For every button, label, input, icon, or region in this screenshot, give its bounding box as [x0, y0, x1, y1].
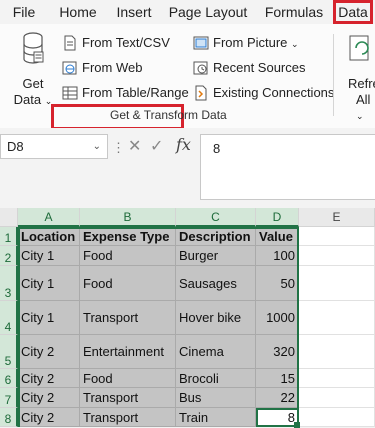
tab-page-layout[interactable]: Page Layout [166, 0, 250, 24]
text-file-icon [64, 35, 76, 51]
row-header-8[interactable]: 8 [0, 408, 18, 427]
confirm-icon[interactable]: ✓ [150, 136, 163, 156]
globe-icon [62, 61, 77, 75]
column-header-a[interactable]: A [18, 208, 80, 227]
picture-icon [193, 36, 209, 50]
header-cell[interactable]: Location [18, 227, 80, 246]
from-table-range-label: From Table/Range [82, 85, 189, 100]
chevron-down-icon: ⌄ [356, 111, 364, 121]
from-picture-label: From Picture ⌄ [213, 35, 299, 50]
row-header-6[interactable]: 6 [0, 369, 18, 388]
existing-connections-label: Existing Connections [213, 85, 335, 100]
header-cell[interactable]: Description [176, 227, 256, 246]
table-cell[interactable]: Transport [80, 408, 176, 427]
refresh-all-button[interactable]: Refre All ⌄ [340, 32, 375, 121]
table-cell[interactable]: City 2 [18, 408, 80, 427]
table-cell[interactable]: 100 [256, 246, 299, 266]
ribbon-data-panel: Get Data ⌄ From Text/CSV From Web From T… [0, 24, 375, 130]
chevron-down-icon: ⌄ [291, 39, 299, 49]
tab-formulas[interactable]: Formulas [260, 0, 328, 24]
select-all-corner[interactable] [0, 208, 18, 227]
table-cell[interactable]: 1000 [256, 301, 299, 335]
cancel-icon[interactable]: ✕ [128, 136, 141, 156]
insert-function-icon[interactable]: fx [176, 135, 191, 154]
table-cell[interactable]: 15 [256, 369, 299, 388]
empty-cell[interactable] [299, 227, 375, 246]
table-cell[interactable]: Brocoli [176, 369, 256, 388]
table-cell[interactable]: 50 [256, 266, 299, 301]
table-cell[interactable]: City 2 [18, 335, 80, 369]
table-cell[interactable]: Hover bike [176, 301, 256, 335]
table-cell[interactable]: 320 [256, 335, 299, 369]
ribbon-separator [333, 34, 334, 116]
table-cell[interactable]: Cinema [176, 335, 256, 369]
table-cell[interactable]: Train [176, 408, 256, 427]
fill-handle[interactable] [294, 422, 300, 428]
existing-connections-icon [195, 85, 207, 101]
table-cell[interactable]: Bus [176, 388, 256, 408]
refresh-icon [349, 35, 369, 61]
table-cell[interactable]: Food [80, 266, 176, 301]
recent-sources-label: Recent Sources [213, 60, 306, 75]
empty-cell[interactable] [299, 369, 375, 388]
table-cell[interactable]: Transport [80, 388, 176, 408]
database-icon [23, 32, 44, 64]
table-cell[interactable]: 8 [256, 408, 299, 427]
empty-cell[interactable] [299, 301, 375, 335]
tab-file[interactable]: File [6, 0, 42, 24]
table-cell[interactable]: Transport [80, 301, 176, 335]
header-cell[interactable]: Value [256, 227, 299, 246]
row-header-1[interactable]: 1 [0, 227, 18, 246]
table-cell[interactable]: Food [80, 369, 176, 388]
name-box-value: D8 [7, 139, 24, 154]
ribbon-tab-bar: File Home Insert Page Layout Formulas Da… [0, 0, 375, 24]
formula-buttons: ✕ ✓ fx [126, 135, 196, 160]
row-header-5[interactable]: 5 [0, 335, 18, 369]
recent-sources-icon [193, 61, 208, 75]
column-header-b[interactable]: B [80, 208, 176, 227]
group-label-get-transform: Get & Transform Data [110, 108, 227, 122]
more-options-icon[interactable]: ⋮ [112, 140, 125, 156]
table-cell[interactable]: City 1 [18, 246, 80, 266]
formula-value: 8 [213, 141, 221, 156]
row-header-4[interactable]: 4 [0, 301, 18, 335]
get-data-button[interactable]: Get Data ⌄ [10, 32, 56, 118]
table-cell[interactable]: City 2 [18, 369, 80, 388]
table-cell[interactable]: City 1 [18, 266, 80, 301]
table-cell[interactable]: City 2 [18, 388, 80, 408]
formula-input[interactable]: 8 [200, 134, 375, 200]
from-web-label: From Web [82, 60, 143, 75]
name-box[interactable]: D8 ⌄ [0, 134, 108, 159]
tab-data[interactable]: Data [333, 0, 373, 24]
table-icon [62, 86, 78, 100]
empty-cell[interactable] [299, 335, 375, 369]
refresh-label-2: All ⌄ [356, 92, 371, 121]
row-header-7[interactable]: 7 [0, 388, 18, 408]
column-header-e[interactable]: E [299, 208, 375, 227]
table-cell[interactable]: Entertainment [80, 335, 176, 369]
tab-insert[interactable]: Insert [112, 0, 156, 24]
row-header-2[interactable]: 2 [0, 246, 18, 266]
get-data-label: Get [22, 76, 44, 91]
empty-cell[interactable] [299, 408, 375, 427]
empty-cell[interactable] [299, 266, 375, 301]
refresh-label: Refre [348, 76, 375, 91]
table-cell[interactable]: Burger [176, 246, 256, 266]
table-cell[interactable]: City 1 [18, 301, 80, 335]
tab-home[interactable]: Home [55, 0, 101, 24]
row-header-3[interactable]: 3 [0, 266, 18, 301]
from-text-csv-label: From Text/CSV [82, 35, 170, 50]
empty-cell[interactable] [299, 246, 375, 266]
table-cell[interactable]: Sausages [176, 266, 256, 301]
column-header-c[interactable]: C [176, 208, 256, 227]
table-cell[interactable]: Food [80, 246, 176, 266]
table-cell[interactable]: 22 [256, 388, 299, 408]
empty-cell[interactable] [299, 388, 375, 408]
header-cell[interactable]: Expense Type [80, 227, 176, 246]
get-data-label-2: Data ⌄ [13, 92, 53, 107]
column-header-d[interactable]: D [256, 208, 299, 227]
chevron-down-icon: ⌄ [92, 141, 101, 152]
